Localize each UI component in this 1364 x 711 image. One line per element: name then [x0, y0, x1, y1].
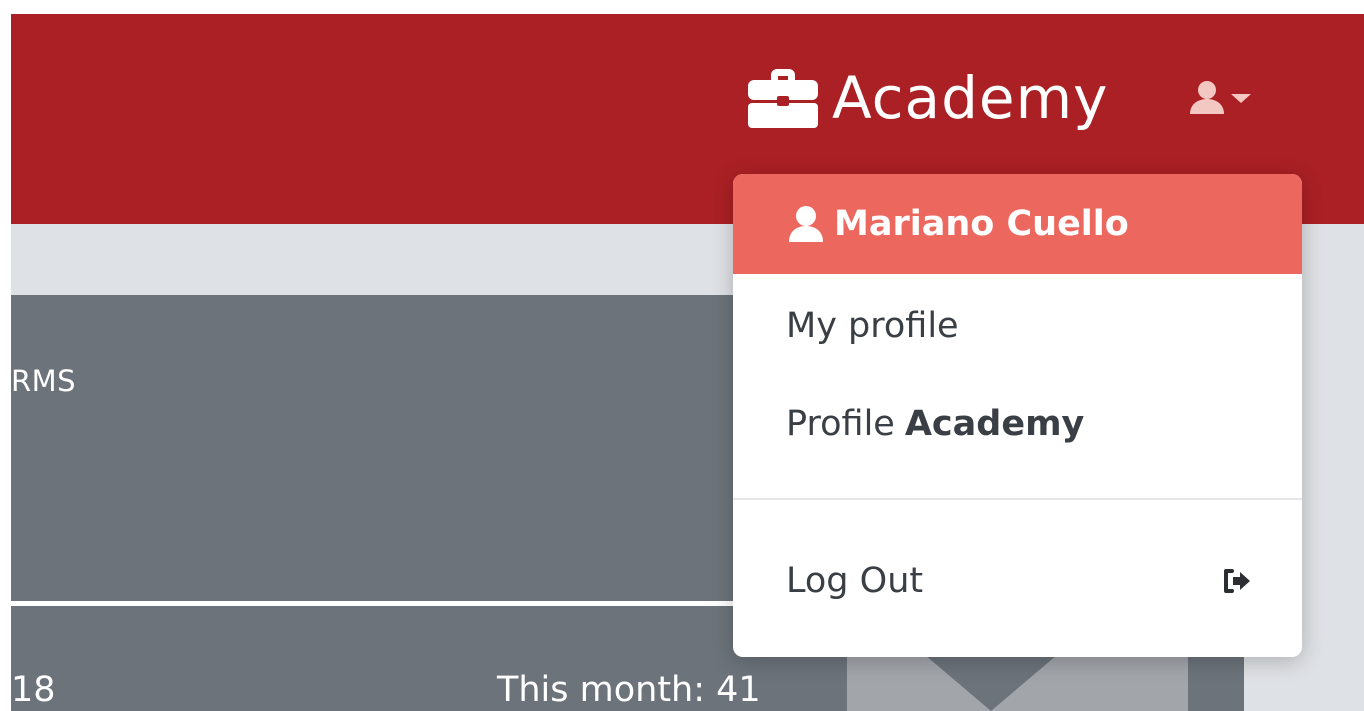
profile-academy-label: Profile: [786, 404, 895, 444]
logout-button[interactable]: Log Out: [733, 533, 1302, 629]
card-title: RMS: [11, 364, 77, 398]
user-menu-toggle[interactable]: [1188, 80, 1254, 116]
sign-out-icon: [1224, 569, 1250, 593]
left-margin: [0, 0, 11, 711]
dropdown-user-header: Mariano Cuello: [733, 174, 1302, 274]
briefcase-icon: [748, 69, 818, 128]
caret-down-icon: [1231, 94, 1251, 103]
academy-brand[interactable]: Academy: [746, 66, 1108, 130]
stat-total: 18: [11, 670, 56, 710]
user-icon: [789, 206, 823, 242]
logout-label: Log Out: [786, 561, 924, 601]
my-profile-link[interactable]: My profile: [733, 278, 1302, 374]
chart-arrow: [925, 655, 1057, 711]
top-margin: [0, 0, 1364, 14]
my-profile-label: My profile: [786, 306, 959, 346]
user-dropdown-menu: Mariano Cuello My profile Profile Academ…: [733, 174, 1302, 657]
card-divider: [11, 601, 781, 606]
dropdown-divider: [733, 498, 1302, 500]
profile-academy-link[interactable]: Profile Academy: [733, 376, 1302, 472]
user-icon: [1190, 81, 1224, 114]
stat-this-month: This month: 41: [497, 670, 761, 710]
brand-title: Academy: [832, 64, 1109, 132]
user-name: Mariano Cuello: [834, 204, 1129, 244]
profile-academy-bold: Academy: [904, 404, 1085, 444]
screen: Academy RMS 18 This month: 41 Mariano Cu…: [0, 0, 1364, 711]
